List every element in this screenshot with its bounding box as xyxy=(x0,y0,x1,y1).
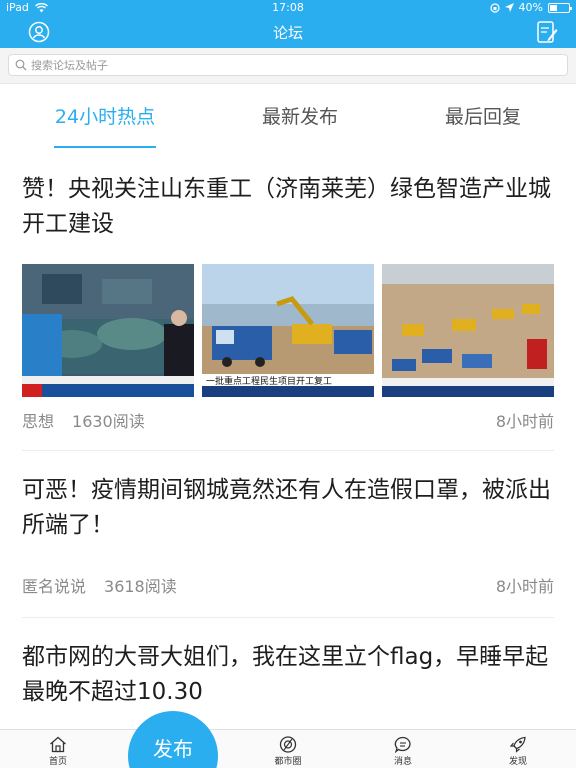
page-title: 论坛 xyxy=(272,24,303,42)
bottom-tab-bar: 首页 都市圈 消息 发现 xyxy=(0,729,576,768)
compose-icon[interactable] xyxy=(536,20,558,44)
post-title[interactable]: 赞！央视关注山东重工（济南莱芜）绿色智造产业城开工建设 xyxy=(22,172,558,242)
nav-bar: 论坛 xyxy=(0,16,576,48)
post-image[interactable] xyxy=(22,264,194,397)
rocket-icon xyxy=(509,736,526,753)
post-time: 8小时前 xyxy=(495,577,554,596)
home-icon xyxy=(50,736,66,753)
tab-home-label: 首页 xyxy=(48,757,67,767)
post-images: 一批重点工程民生项目开工复工 xyxy=(22,264,554,397)
post-meta: 思想 1630阅读 8小时前 xyxy=(22,408,554,432)
tab-city-circle-label: 都市圈 xyxy=(274,757,302,767)
tab-bar: 24小时热点 最新发布 最后回复 xyxy=(0,84,576,148)
search-input[interactable] xyxy=(31,58,531,72)
post-image[interactable]: 一批重点工程民生项目开工复工 xyxy=(202,264,374,397)
post-item[interactable]: 都市网的大哥大姐们，我在这里立个flag，早睡早起最晚不超过10.30 xyxy=(0,618,576,728)
post-read-count: 3618阅读 xyxy=(104,577,177,596)
post-read-count: 1630阅读 xyxy=(72,412,145,431)
tab-discover-label: 发现 xyxy=(508,757,527,767)
post-item[interactable]: 可恶！疫情期间钢城竟然还有人在造假口罩，被派出所端了！ 匿名说说 3618阅读 8… xyxy=(0,451,576,618)
post-title[interactable]: 可恶！疫情期间钢城竟然还有人在造假口罩，被派出所端了！ xyxy=(22,473,558,543)
post-time: 8小时前 xyxy=(495,412,554,431)
message-icon xyxy=(394,736,411,753)
post-item[interactable]: 赞！央视关注山东重工（济南莱芜）绿色智造产业城开工建设 一批重点工程民生项目开工… xyxy=(0,148,576,451)
status-bar: iPad 17:08 40% xyxy=(0,0,576,16)
location-icon xyxy=(504,3,514,12)
post-image[interactable] xyxy=(382,264,554,397)
tab-latest[interactable]: 最新发布 xyxy=(215,102,385,129)
tab-24h-hot[interactable]: 24小时热点 xyxy=(20,102,190,129)
city-circle-icon xyxy=(279,736,297,753)
tab-last-reply[interactable]: 最后回复 xyxy=(398,102,568,129)
search-box[interactable] xyxy=(8,54,568,76)
tab-messages-label: 消息 xyxy=(393,757,412,767)
tab-discover[interactable]: 发现 xyxy=(488,730,548,768)
image-caption: 一批重点工程民生项目开工复工 xyxy=(206,375,332,387)
search-bar xyxy=(0,48,576,84)
post-meta: 匿名说说 3618阅读 8小时前 xyxy=(22,573,554,597)
post-title[interactable]: 都市网的大哥大姐们，我在这里立个flag，早睡早起最晚不超过10.30 xyxy=(22,640,558,710)
battery-percent: 40% xyxy=(518,1,543,14)
rotation-lock-icon xyxy=(489,2,500,13)
post-author[interactable]: 思想 xyxy=(22,412,54,431)
search-icon xyxy=(15,59,27,71)
tab-home[interactable]: 首页 xyxy=(28,730,88,768)
tab-messages[interactable]: 消息 xyxy=(373,730,433,768)
tab-city-circle[interactable]: 都市圈 xyxy=(258,730,318,768)
post-author[interactable]: 匿名说说 xyxy=(22,577,86,596)
battery-icon xyxy=(548,2,572,13)
